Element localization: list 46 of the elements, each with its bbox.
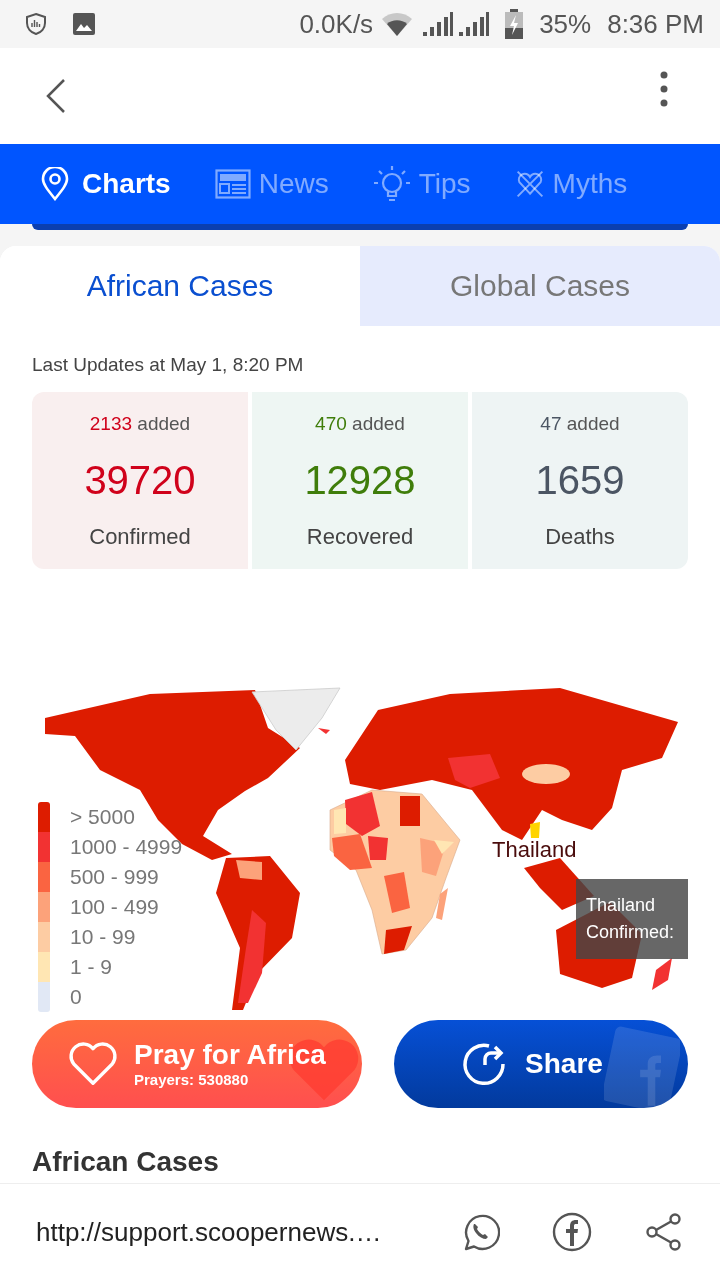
battery-percent: 35% <box>539 8 592 40</box>
facebook-icon[interactable] <box>552 1212 592 1252</box>
section-heading: African Cases <box>32 1146 220 1178</box>
lightbulb-icon <box>372 165 411 203</box>
stat-value: 39720 <box>84 457 196 504</box>
share-icon[interactable] <box>644 1212 684 1252</box>
stat-label: Recovered <box>306 523 414 551</box>
nav-tab[interactable]: Tips <box>372 165 471 203</box>
added-count: 470 added <box>315 412 405 436</box>
stat-label: Deaths <box>545 523 615 551</box>
legend-label: 500 - 999 <box>70 865 159 889</box>
signal-icon <box>457 12 490 36</box>
stat-value: 1659 <box>535 457 625 504</box>
image-icon <box>72 12 96 36</box>
newspaper-icon <box>214 169 251 199</box>
wifi-icon <box>381 11 414 37</box>
share-button[interactable]: Share <box>394 1020 688 1108</box>
back-icon[interactable] <box>46 78 66 114</box>
added-count: 47 added <box>540 412 620 436</box>
legend-label: 1 - 9 <box>70 955 113 979</box>
nav-tab[interactable]: News <box>214 168 329 200</box>
legend-label: 1000 - 4999 <box>70 835 183 859</box>
nav-tab[interactable]: Myths <box>514 167 628 201</box>
page-url[interactable]: http://support.scoopernews.… <box>36 1216 408 1248</box>
tooltip-title: Thailand <box>586 895 657 916</box>
case-tab[interactable]: Global Cases <box>360 246 720 326</box>
location-pin-icon <box>40 167 70 201</box>
signal-icon <box>421 12 454 36</box>
legend-label: 10 - 99 <box>70 925 136 949</box>
heart-icon <box>68 1041 118 1087</box>
clock: 8:36 PM <box>607 8 704 40</box>
stat-label: Confirmed <box>89 523 191 551</box>
stat-value: 12928 <box>304 457 416 504</box>
added-count: 2133 added <box>89 412 191 436</box>
more-options-icon[interactable] <box>660 71 668 107</box>
tooltip-text: Confirmed: <box>586 922 676 943</box>
map-region-label: Thailand <box>492 837 577 863</box>
last-updated-text: Last Updates at May 1, 8:20 PM <box>32 353 305 377</box>
network-speed: 0.0K/s <box>299 8 374 40</box>
nav-tab[interactable]: Charts <box>40 167 171 201</box>
legend-label: 0 <box>70 985 82 1009</box>
battery-charging-icon <box>505 9 524 39</box>
pray-button[interactable]: Pray for Africa Prayers: 530880 <box>32 1020 362 1108</box>
legend-label: 100 - 499 <box>70 895 159 919</box>
shield-icon <box>24 12 48 36</box>
legend-label: > 5000 <box>70 805 135 829</box>
